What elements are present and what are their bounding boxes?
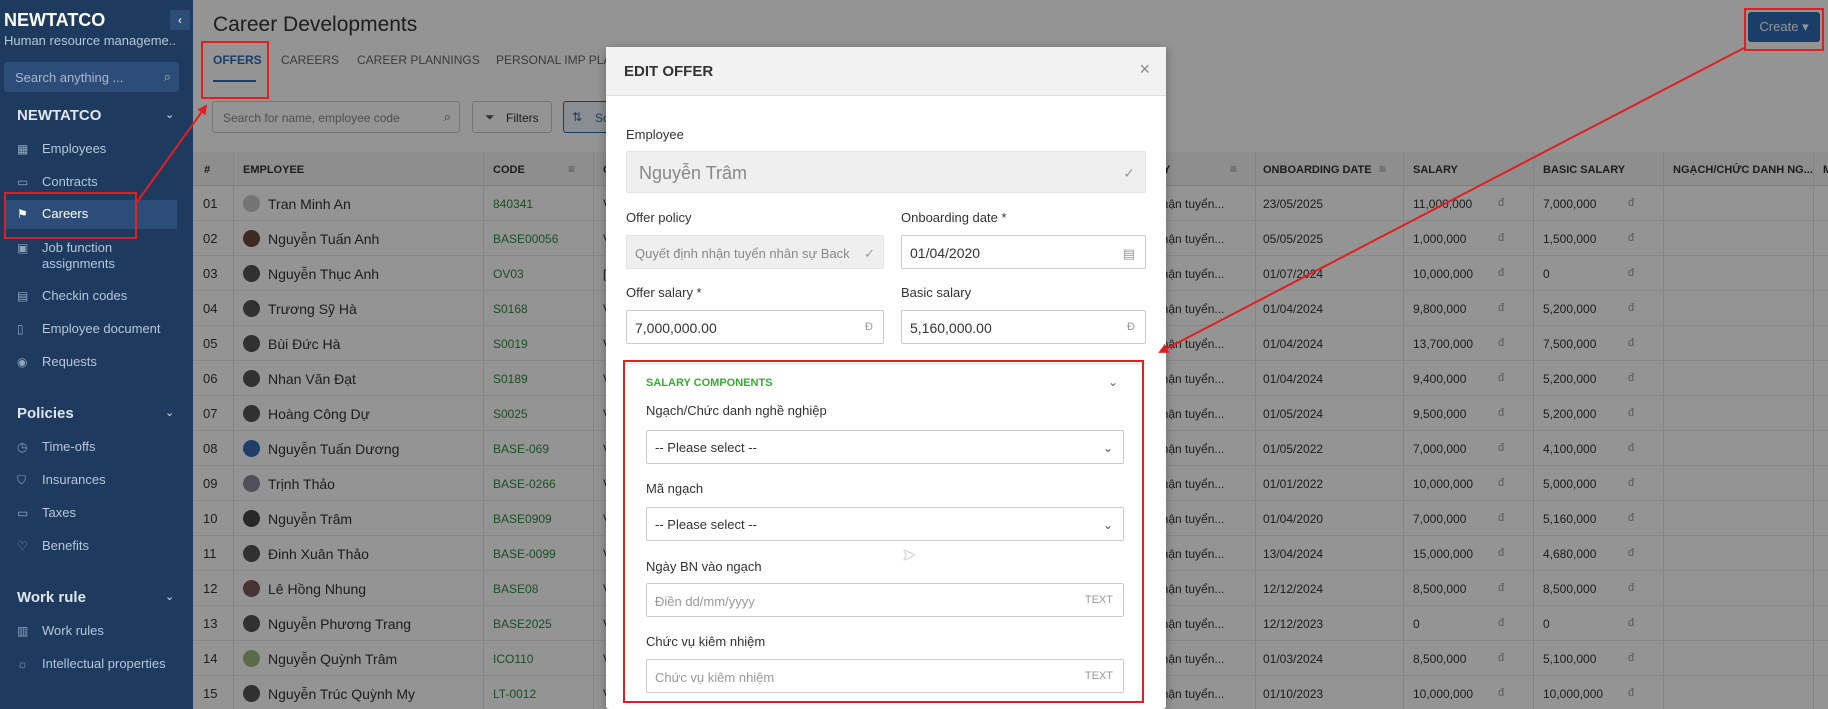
arrow-create-to-salary bbox=[1158, 47, 1745, 353]
annotation-arrows bbox=[136, 47, 1745, 353]
arrow-careers-to-offers bbox=[136, 104, 208, 203]
